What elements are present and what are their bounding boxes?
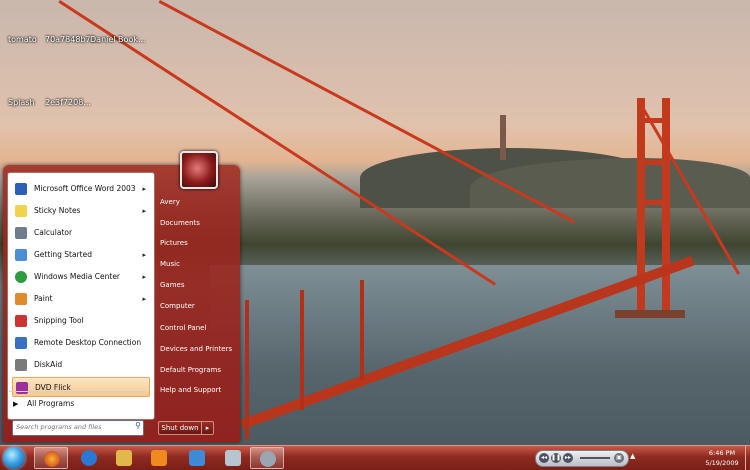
next-track-icon[interactable]: ▸▸ <box>563 453 573 463</box>
desktop-icon[interactable]: 2e3f7208... <box>45 98 91 107</box>
shutdown-button[interactable]: Shut down <box>158 421 202 435</box>
program-label: Microsoft Office Word 2003 <box>34 184 136 193</box>
media-player-icon <box>151 450 167 466</box>
internet-explorer-icon <box>81 450 97 466</box>
program-item[interactable]: Snipping Tool <box>12 311 150 331</box>
pause-icon[interactable]: ❚❚ <box>551 453 561 463</box>
submenu-arrow-icon: ▸ <box>142 185 146 193</box>
submenu-arrow-icon: ▸ <box>142 251 146 259</box>
program-item[interactable]: Microsoft Office Word 2003 ▸ <box>12 179 150 199</box>
program-label: Paint <box>34 294 53 303</box>
program-label: Remote Desktop Connection <box>34 338 142 347</box>
right-item-games[interactable]: Games <box>160 277 236 293</box>
radio-tower-decoration <box>500 115 506 160</box>
right-item-devices-printers[interactable]: Devices and Printers <box>160 341 236 357</box>
program-item[interactable]: Getting Started ▸ <box>12 245 150 265</box>
desktop-icon[interactable]: Daniel Book... <box>90 35 146 44</box>
firefox-icon <box>44 451 60 467</box>
program-item[interactable]: Remote Desktop Connection <box>12 333 150 353</box>
volume-slider[interactable] <box>580 457 610 459</box>
start-button[interactable] <box>3 447 25 469</box>
bridge-tower-beam <box>637 118 670 123</box>
recycle-bin-icon <box>225 450 241 466</box>
start-menu-programs-pane: Microsoft Office Word 2003 ▸ Sticky Note… <box>7 172 155 420</box>
start-menu: Microsoft Office Word 2003 ▸ Sticky Note… <box>3 151 240 442</box>
bridge-pillar <box>245 300 249 440</box>
media-center-icon <box>15 271 27 283</box>
program-label: Windows Media Center <box>34 272 121 281</box>
right-item-control-panel[interactable]: Control Panel <box>160 320 236 336</box>
search-box[interactable]: ⚲ <box>12 420 144 436</box>
program-item[interactable]: DiskAid <box>12 355 150 375</box>
right-item-help-support[interactable]: Help and Support <box>160 382 236 398</box>
media-player-toolbar: ◂◂ ❚❚ ▸▸ ▣ <box>535 450 629 467</box>
windows-update-icon <box>189 450 205 466</box>
submenu-arrow-icon: ▸ <box>142 207 146 215</box>
program-label: Getting Started <box>34 250 92 259</box>
clock-date[interactable]: 5/19/2009 <box>700 459 744 467</box>
taskbar-button-firefox[interactable] <box>34 447 68 469</box>
desktop-icon[interactable]: tomato <box>8 35 37 44</box>
triangle-right-icon: ▶ <box>13 400 19 408</box>
right-item-avery[interactable]: Avery <box>160 194 236 210</box>
bridge-pillar <box>360 280 364 380</box>
user-picture[interactable] <box>180 151 218 189</box>
switch-to-player-icon[interactable]: ▣ <box>614 453 624 463</box>
right-item-pictures[interactable]: Pictures <box>160 235 236 251</box>
right-item-default-programs[interactable]: Default Programs <box>160 362 236 378</box>
desktop-icon[interactable]: Splash <box>8 98 35 107</box>
word-icon <box>15 183 27 195</box>
show-desktop-button[interactable] <box>745 446 750 470</box>
program-label: DiskAid <box>34 360 63 369</box>
bridge-tower <box>662 98 670 313</box>
bridge-tower-beam <box>637 200 670 205</box>
bridge-tower-beam <box>637 160 670 165</box>
previous-track-icon[interactable]: ◂◂ <box>539 453 549 463</box>
bridge-base <box>615 310 685 318</box>
getting-started-icon <box>15 249 27 261</box>
all-programs-button[interactable]: ▶ All Programs <box>11 397 149 411</box>
right-item-music[interactable]: Music <box>160 256 236 272</box>
paint-icon <box>15 293 27 305</box>
taskbar-button-internet-explorer[interactable] <box>72 447 106 469</box>
tray-expand-icon[interactable]: ▲ <box>630 452 635 460</box>
program-item[interactable]: Paint ▸ <box>12 289 150 309</box>
taskbar-button-recycle-bin[interactable] <box>216 447 250 469</box>
program-item[interactable]: Sticky Notes ▸ <box>12 201 150 221</box>
diskaid-icon <box>15 359 27 371</box>
search-icon[interactable]: ⚲ <box>135 421 141 430</box>
program-label: Calculator <box>34 228 73 237</box>
shutdown-options-button[interactable]: ▸ <box>201 421 214 435</box>
all-programs-label: All Programs <box>27 399 75 408</box>
system-restore-icon <box>260 451 276 467</box>
taskbar: ◂◂ ❚❚ ▸▸ ▣ ▲ 6:46 PM 5/19/2009 <box>0 445 750 470</box>
submenu-arrow-icon: ▸ <box>142 273 146 281</box>
search-input[interactable] <box>13 421 131 433</box>
bridge-pillar <box>300 290 304 410</box>
right-item-computer[interactable]: Computer <box>160 298 236 314</box>
remote-desktop-icon <box>15 337 27 349</box>
clock-time[interactable]: 6:46 PM <box>700 449 744 457</box>
snipping-tool-icon <box>15 315 27 327</box>
sticky-notes-icon <box>15 205 27 217</box>
program-label: Snipping Tool <box>34 316 84 325</box>
submenu-arrow-icon: ▸ <box>142 295 146 303</box>
calculator-icon <box>15 227 27 239</box>
dvd-flick-icon <box>16 382 28 394</box>
program-item[interactable]: Windows Media Center ▸ <box>12 267 150 287</box>
taskbar-button-windows-update[interactable] <box>180 447 214 469</box>
taskbar-button-media-player[interactable] <box>142 447 176 469</box>
program-item[interactable]: Calculator <box>12 223 150 243</box>
taskbar-button-explorer[interactable] <box>107 447 141 469</box>
divider <box>9 391 147 392</box>
program-label: Sticky Notes <box>34 206 81 215</box>
taskbar-button-system-restore[interactable] <box>250 447 284 469</box>
folder-icon <box>116 450 132 466</box>
right-item-documents[interactable]: Documents <box>160 215 236 231</box>
program-item[interactable]: DVD Flick <box>12 377 150 397</box>
